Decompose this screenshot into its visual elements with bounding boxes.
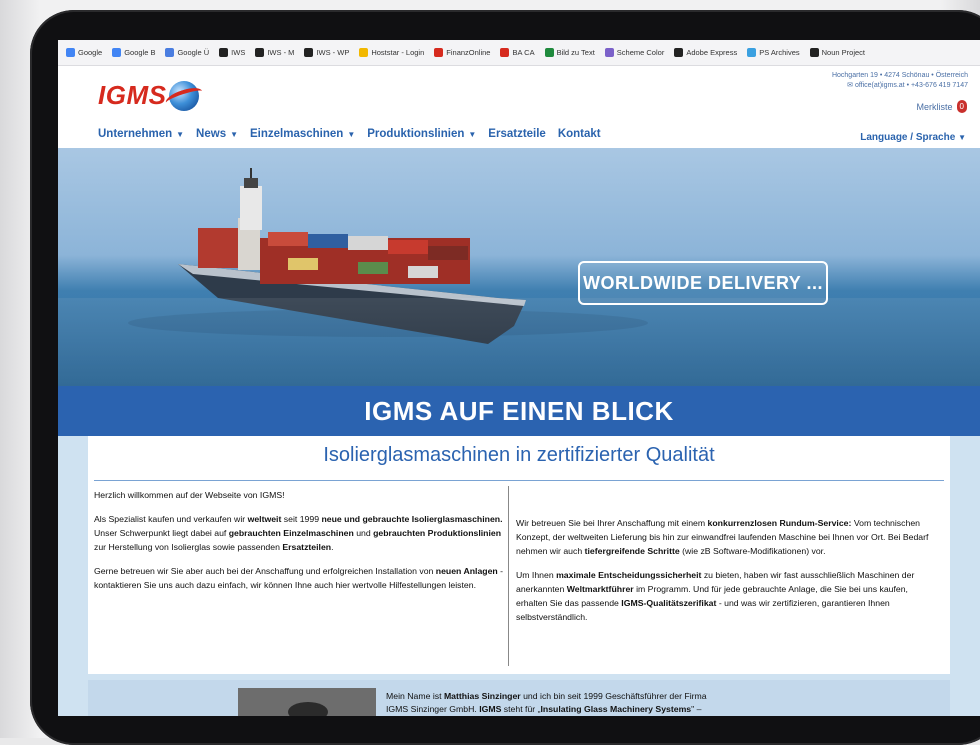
bookmark-item[interactable]: Noun Project [809,48,865,57]
contact-text: office(at)igms.at • +43-676 419 7147 [854,82,968,89]
contact-info: Hochgarten 19 • 4274 Schönau • Österreic… [832,71,968,91]
nav-label: News [196,128,227,140]
nav-label: Produktionslinien [367,128,465,140]
language-selector[interactable]: Language / Sprache ▼ [860,132,966,143]
bookmark-item[interactable]: Google Ü [165,48,209,57]
ocr-icon [544,48,554,57]
heading-rule [94,480,944,481]
bank-icon [500,48,510,57]
browser-screen: Google Google B Google Ü IWS IWS - M IWS - WP… [58,40,980,716]
nav-item-produktionslinien[interactable]: Produktionslinien ▼ [367,128,476,140]
noun-icon [809,48,819,57]
bookmark-item[interactable]: Google [66,48,102,57]
palette-icon [604,48,614,57]
bookmark-label: Noun Project [821,48,865,57]
bookmark-label: Google [78,48,103,57]
globe-icon [169,80,200,111]
google-icon [66,48,75,57]
intro-panel: Isolierglasmaschinen in zertifizierter Q… [88,436,950,674]
nav-item-news[interactable]: News ▼ [196,128,238,140]
bookmark-label: Google B [124,48,156,57]
translate-icon [165,48,175,57]
nav-item-unternehmen[interactable]: Unternehmen ▼ [98,128,184,140]
bookmark-item[interactable]: IWS [219,48,245,57]
bookmark-label: Hoststar - Login [371,48,425,57]
bookmark-item[interactable]: IWS - M [255,48,294,57]
merkliste-count-badge: 0 [956,100,967,113]
contact-line[interactable]: ✉ office(at)igms.at • +43-676 419 7147 [832,81,968,91]
welcome-paragraph: Herzlich willkommen auf der Webseite von… [94,490,285,500]
nav-item-ersatzteile[interactable]: Ersatzteile [488,128,546,140]
iws-icon [255,48,265,57]
caret-down-icon: ▼ [230,129,239,139]
specialist-paragraph: Als Spezialist kaufen und verkaufen wir … [94,514,503,552]
archive-icon [747,48,757,57]
bookmark-label: IWS [231,48,246,57]
igms-logo[interactable]: IGMS [98,80,200,111]
bookmark-item[interactable]: IWS - WP [304,48,349,57]
ceo-portrait-image [238,688,376,716]
bookmark-label: Google Ü [177,48,210,57]
bookmark-label: Adobe Express [686,48,738,57]
nav-item-einzelmaschinen[interactable]: Einzelmaschinen ▼ [250,128,355,140]
bookmark-item[interactable]: FinanzOnline [434,48,490,57]
bookmark-label: BA CA [512,48,535,57]
caret-down-icon: ▼ [468,129,477,139]
caret-down-icon: ▼ [958,133,966,142]
bookmark-item[interactable]: PS Archives [747,48,800,57]
logo-text: IGMS [98,80,167,110]
bookmark-item[interactable]: Scheme Color [604,48,665,57]
service-paragraph: Wir betreuen Sie bei Ihrer Anschaffung m… [516,518,929,556]
language-label: Language / Sprache [860,132,956,143]
bookmark-item[interactable]: Google B [112,48,155,57]
bookmark-item[interactable]: BA CA [500,48,535,57]
bookmark-label: PS Archives [759,48,800,57]
nav-item-kontakt[interactable]: Kontakt [558,128,601,140]
caret-down-icon: ▼ [176,129,185,139]
iws-icon [219,48,229,57]
mail-icon: ✉ [847,82,855,89]
bookmark-label: FinanzOnline [446,48,491,57]
nav-label: Einzelmaschinen [250,128,344,140]
merkliste-link[interactable]: Merkliste 0 [917,100,967,113]
intro-heading: Isolierglasmaschinen in zertifizierter Q… [323,444,715,466]
bookmark-item[interactable]: Adobe Express [674,48,737,57]
google-icon [112,48,122,57]
bookmark-label: Scheme Color [616,48,665,57]
column-divider [508,486,509,666]
sea-overlay [58,298,980,386]
address-text: Hochgarten 19 • 4274 Schönau • Österreic… [831,72,968,79]
hero-banner: WORLDWIDE DELIVERY ... [58,148,980,386]
intro-left-column: Herzlich willkommen auf der Webseite von… [94,488,504,602]
intro-right-column: Wir betreuen Sie bei Ihrer Anschaffung m… [516,516,938,634]
bookmarks-bar: Google Google B Google Ü IWS IWS - M IWS - WP… [58,40,980,66]
finanzonline-icon [434,48,444,57]
bookmark-label: IWS - WP [316,48,350,57]
section-title-band: IGMS AUF EINEN BLICK [58,386,980,436]
bookmark-item[interactable]: Hoststar - Login [359,48,424,57]
nav-label: Unternehmen [98,128,173,140]
merkliste-label: Merkliste [916,101,953,112]
nav-label: Kontakt [557,128,601,140]
about-text: Mein Name ist Matthias Sinzinger und ich… [386,691,707,714]
bookmark-label: IWS - M [267,48,295,57]
worldwide-delivery-button[interactable]: WORLDWIDE DELIVERY ... [578,261,828,305]
new-systems-paragraph: Gerne betreuen wir Sie aber auch bei der… [94,566,504,590]
main-nav: Unternehmen ▼ News ▼ Einzelmaschinen ▼ Prod… [98,128,601,140]
nav-label: Ersatzteile [488,128,546,140]
certificate-paragraph: Um Ihnen maximale Entscheidungssicherhei… [516,570,915,622]
bookmark-item[interactable]: Bild zu Text [544,48,595,57]
iws-icon [304,48,314,57]
hoststar-icon [359,48,369,57]
caret-down-icon: ▼ [347,129,356,139]
adobe-icon [674,48,684,57]
bookmark-label: Bild zu Text [556,48,595,57]
